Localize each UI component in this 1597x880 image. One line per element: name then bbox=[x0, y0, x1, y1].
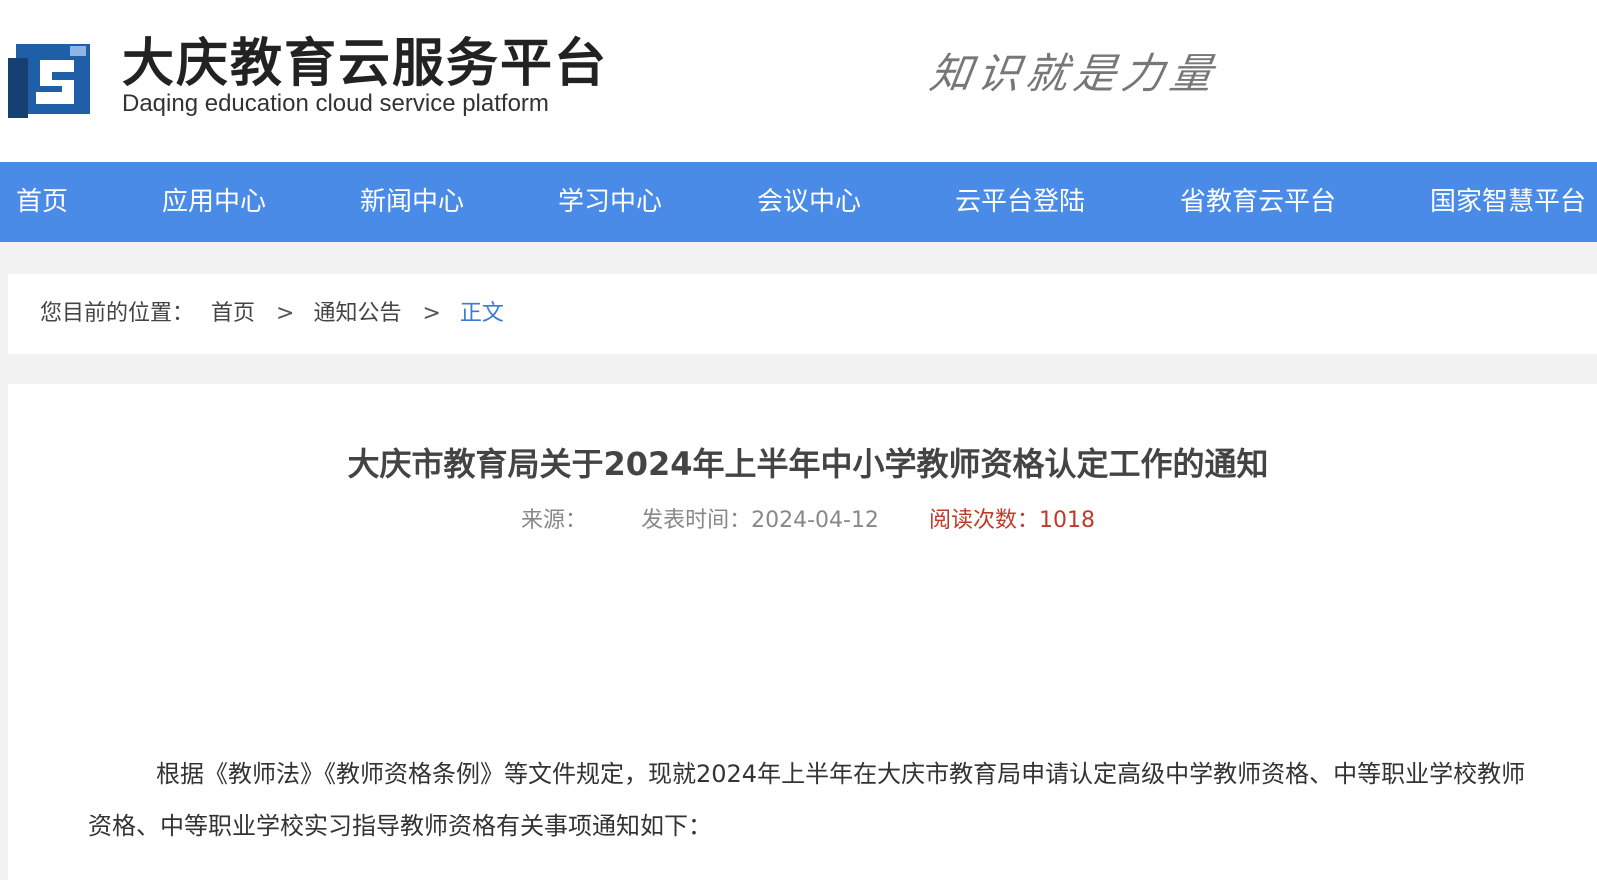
site-header: 大庆教育云服务平台 Daqing education cloud service… bbox=[0, 0, 1597, 162]
publish-time-value: 2024-04-12 bbox=[751, 508, 879, 533]
publish-time-label: 发表时间： bbox=[641, 508, 752, 533]
article-container: 大庆市教育局关于2024年上半年中小学教师资格认定工作的通知 来源： 发表时间：… bbox=[8, 384, 1597, 880]
breadcrumb-prefix: 您目前的位置： bbox=[40, 301, 195, 326]
breadcrumb-home-link[interactable]: 首页 bbox=[211, 301, 255, 326]
article-paragraph: 根据《教师法》《教师资格条例》等文件规定，现就2024年上半年在大庆市教育局申请… bbox=[88, 760, 1526, 840]
breadcrumb-bar: 您目前的位置： 首页 > 通知公告 > 正文 bbox=[8, 274, 1597, 354]
breadcrumb-separator: > bbox=[422, 301, 441, 326]
breadcrumb-current: 正文 bbox=[459, 301, 504, 326]
breadcrumb: 您目前的位置： 首页 > 通知公告 > 正文 bbox=[40, 274, 514, 354]
main-nav: 首页 应用中心 新闻中心 学习中心 会议中心 云平台登陆 省教育云平台 国家智慧… bbox=[0, 162, 1597, 242]
source-label: 来源： bbox=[521, 508, 588, 533]
read-count-label: 阅读次数： bbox=[928, 508, 1039, 533]
ds-logo-icon[interactable] bbox=[8, 38, 96, 120]
nav-item-apps[interactable]: 应用中心 bbox=[162, 162, 266, 242]
nav-item-national-platform[interactable]: 国家智慧平台 bbox=[1430, 162, 1586, 242]
slogan: 知识就是力量 bbox=[926, 49, 1222, 98]
breadcrumb-section-link[interactable]: 通知公告 bbox=[313, 301, 401, 326]
nav-item-news[interactable]: 新闻中心 bbox=[360, 162, 464, 242]
site-title: 大庆教育云服务平台 bbox=[122, 34, 609, 94]
nav-item-home[interactable]: 首页 bbox=[16, 162, 68, 242]
read-count-value: 1018 bbox=[1038, 508, 1095, 533]
nav-item-cloud-login[interactable]: 云平台登陆 bbox=[955, 162, 1085, 242]
site-subtitle: Daqing education cloud service platform bbox=[122, 90, 549, 117]
article-title: 大庆市教育局关于2024年上半年中小学教师资格认定工作的通知 bbox=[347, 445, 1269, 483]
breadcrumb-separator: > bbox=[276, 301, 295, 326]
nav-item-province-cloud[interactable]: 省教育云平台 bbox=[1180, 162, 1336, 242]
article-meta: 来源： 发表时间：2024-04-12 阅读次数：1018 bbox=[8, 504, 1597, 538]
nav-item-learning[interactable]: 学习中心 bbox=[558, 162, 662, 242]
nav-item-meeting[interactable]: 会议中心 bbox=[757, 162, 861, 242]
